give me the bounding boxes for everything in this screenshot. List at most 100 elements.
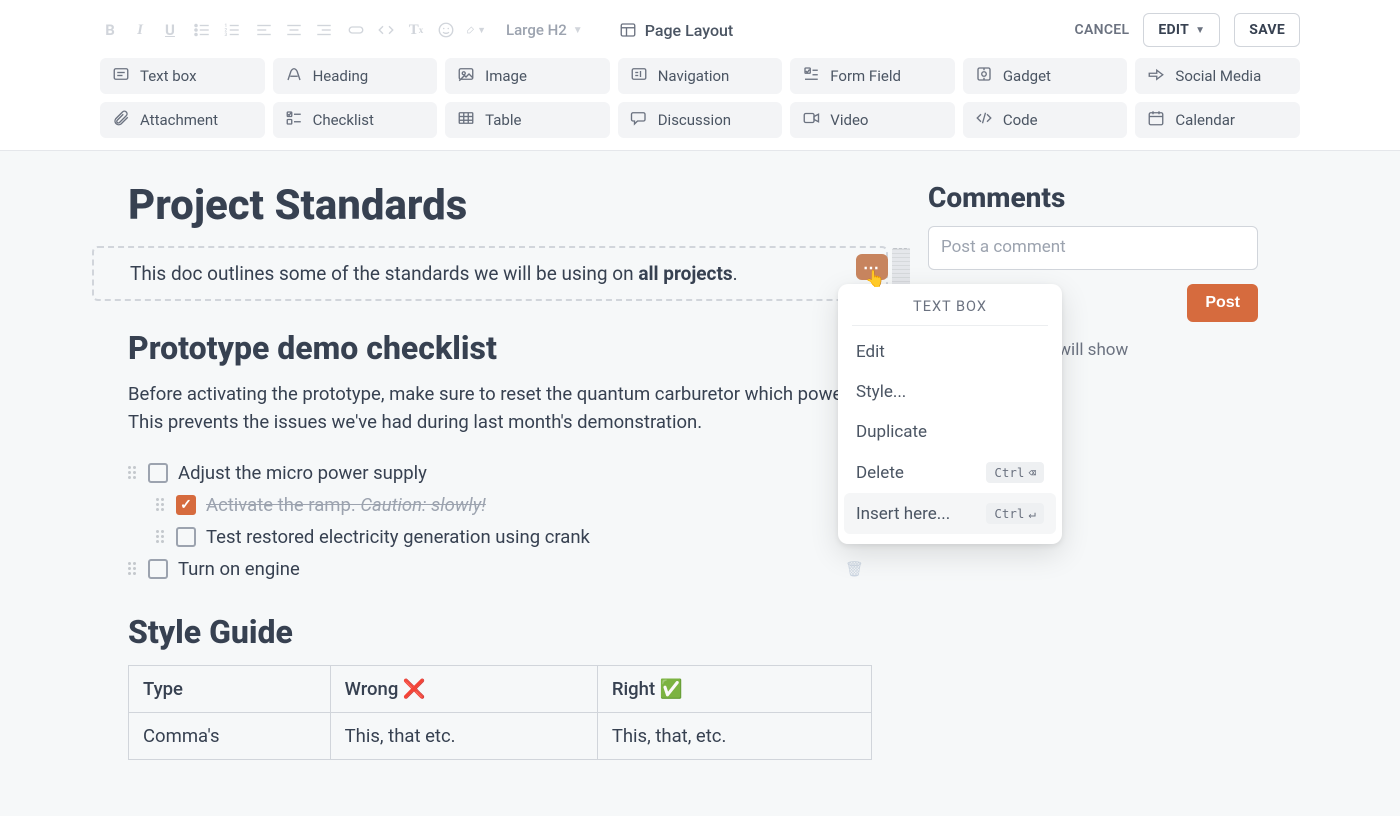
discussion-icon	[630, 109, 648, 131]
link-button[interactable]	[346, 20, 366, 40]
comment-input[interactable]	[928, 226, 1258, 270]
numbered-list-button[interactable]: 123	[222, 20, 242, 40]
align-format-group	[254, 20, 334, 40]
context-menu-item-delete[interactable]: DeleteCtrl ⌫	[838, 452, 1062, 493]
edit-button-label: EDIT	[1158, 22, 1189, 38]
context-menu-item-edit[interactable]: Edit	[838, 332, 1062, 372]
insert-button-label: Calendar	[1175, 111, 1235, 129]
insert-button-label: Social Media	[1175, 67, 1261, 85]
intro-text-suffix: .	[733, 262, 738, 285]
table-cell: Comma's	[129, 712, 331, 759]
attachment-icon	[112, 109, 130, 131]
context-menu-item-label: Duplicate	[856, 422, 927, 442]
insert-button-label: Discussion	[658, 111, 731, 129]
italic-button[interactable]: I	[130, 20, 150, 40]
drag-handle-icon[interactable]	[128, 562, 138, 575]
insert-calendar-button[interactable]: Calendar	[1135, 102, 1300, 138]
context-menu-item-style[interactable]: Style...	[838, 372, 1062, 412]
block-more-button[interactable]: ⋯	[856, 254, 888, 280]
insert-button-label: Text box	[140, 67, 197, 85]
insert-button-label: Checklist	[313, 111, 374, 129]
block-context-menu: TEXT BOX EditStyle...DuplicateDeleteCtrl…	[838, 284, 1062, 544]
insert-table-button[interactable]: Table	[445, 102, 610, 138]
table-row: Comma'sThis, that etc.This, that, etc.	[129, 712, 872, 759]
checkbox[interactable]	[148, 559, 168, 579]
table-cell: This, that etc.	[330, 712, 597, 759]
checklist-item[interactable]: Turn on engine 🗑	[128, 553, 888, 585]
insert-button-label: Image	[485, 67, 527, 85]
video-icon	[802, 109, 820, 131]
emoji-button[interactable]	[436, 20, 456, 40]
heading-icon	[285, 65, 303, 87]
insert-form-field-button[interactable]: Form Field	[790, 58, 955, 94]
section-heading-checklist: Prototype demo checklist	[128, 329, 888, 367]
bold-button[interactable]: B	[100, 20, 120, 40]
post-comment-button[interactable]: Post	[1187, 284, 1258, 322]
table-header-cell: Type	[129, 665, 331, 712]
color-picker-button[interactable]: ▼	[466, 20, 486, 40]
drag-handle-icon[interactable]	[156, 498, 166, 511]
intro-text-box[interactable]: This doc outlines some of the standards …	[92, 246, 888, 301]
insert-attachment-button[interactable]: Attachment	[100, 102, 265, 138]
context-menu-item-insert-here[interactable]: Insert here... Ctrl ↵	[844, 493, 1056, 534]
document-area: Project Standards This doc outlines some…	[128, 181, 888, 760]
code-format-button[interactable]	[376, 20, 396, 40]
insert-button-label: Video	[830, 111, 868, 129]
insert-text-box-button[interactable]: Text box	[100, 58, 265, 94]
align-left-button[interactable]	[254, 20, 274, 40]
image-icon	[457, 65, 475, 87]
keyboard-shortcut: Ctrl ⌫	[986, 462, 1044, 483]
keyboard-shortcut: Ctrl ↵	[986, 503, 1044, 524]
table-icon	[457, 109, 475, 131]
checklist-item-label: Turn on engine	[178, 558, 300, 580]
save-button-label: SAVE	[1249, 22, 1285, 38]
insert-heading-button[interactable]: Heading	[273, 58, 438, 94]
align-right-button[interactable]	[314, 20, 334, 40]
section-heading-style-guide: Style Guide	[128, 613, 888, 651]
insert-checklist-button[interactable]: Checklist	[273, 102, 438, 138]
insert-navigation-button[interactable]: Navigation	[618, 58, 783, 94]
checkbox[interactable]	[176, 495, 196, 515]
table-header-cell: Right ✅	[597, 665, 871, 712]
cancel-button[interactable]: CANCEL	[1075, 22, 1130, 38]
insert-gadget-button[interactable]: Gadget	[963, 58, 1128, 94]
trash-icon[interactable]: 🗑	[845, 560, 864, 578]
insert-button-label: Table	[485, 111, 521, 129]
insert-code-button[interactable]: Code	[963, 102, 1128, 138]
underline-button[interactable]: U	[160, 20, 180, 40]
edit-dropdown-button[interactable]: EDIT ▼	[1143, 13, 1220, 47]
checklist-item-label: Test restored electricity generation usi…	[206, 526, 590, 548]
page-layout-button[interactable]: Page Layout	[619, 21, 734, 40]
drag-handle-icon[interactable]	[156, 530, 166, 543]
checklist-item[interactable]: Activate the ramp. Caution: slowly!	[156, 489, 888, 521]
svg-text:3: 3	[225, 32, 228, 38]
formatting-row: B I U 123	[100, 10, 1300, 50]
checklist-item-label: Adjust the micro power supply	[178, 462, 427, 484]
checklist-item[interactable]: Test restored electricity generation usi…	[156, 521, 888, 553]
table-header-cell: Wrong ❌	[330, 665, 597, 712]
insert-social-media-button[interactable]: Social Media	[1135, 58, 1300, 94]
context-menu-item-label: Insert here...	[856, 504, 950, 524]
context-menu-item-duplicate[interactable]: Duplicate	[838, 412, 1062, 452]
drag-handle-icon[interactable]	[128, 466, 138, 479]
checklist-item[interactable]: Adjust the micro power supply	[128, 457, 888, 489]
insert-button-label: Gadget	[1003, 67, 1051, 85]
social-icon	[1147, 65, 1165, 87]
checkbox[interactable]	[148, 463, 168, 483]
heading-level-select[interactable]: Large H2 ▼	[506, 21, 583, 39]
save-button[interactable]: SAVE	[1234, 13, 1300, 47]
layout-icon	[619, 21, 637, 39]
clear-format-button[interactable]: Tx	[406, 20, 426, 40]
checkbox[interactable]	[176, 527, 196, 547]
insert-button-label: Heading	[313, 67, 369, 85]
align-center-button[interactable]	[284, 20, 304, 40]
insert-discussion-button[interactable]: Discussion	[618, 102, 783, 138]
toolbar-actions: CANCEL EDIT ▼ SAVE	[1075, 13, 1300, 47]
bulleted-list-button[interactable]	[192, 20, 212, 40]
intro-text-prefix: This doc outlines some of the standards …	[130, 262, 638, 285]
insert-button-label: Navigation	[658, 67, 730, 85]
intro-text-bold: all projects	[638, 262, 732, 285]
insert-video-button[interactable]: Video	[790, 102, 955, 138]
insert-image-button[interactable]: Image	[445, 58, 610, 94]
chevron-down-icon: ▼	[573, 25, 583, 36]
